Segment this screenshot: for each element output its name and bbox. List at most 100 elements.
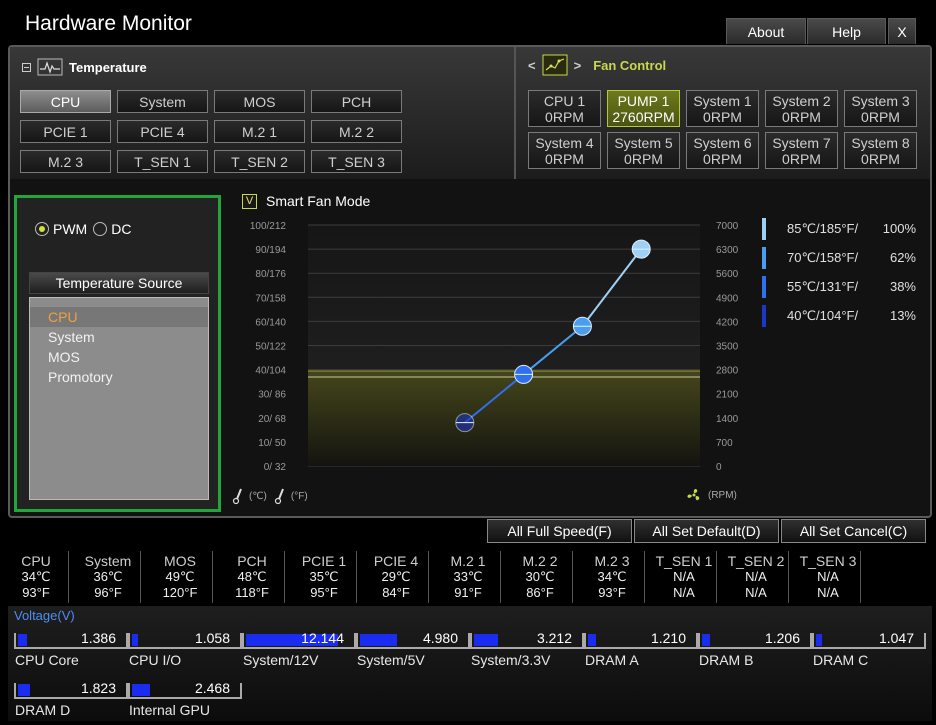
voltage-meter-fill (132, 634, 139, 646)
close-button[interactable]: X (888, 18, 916, 44)
temp-source-cpu[interactable]: CPU (20, 90, 111, 113)
thermometer-icon (232, 488, 242, 505)
about-button[interactable]: About (726, 18, 806, 44)
temp-source-pcie-1[interactable]: PCIE 1 (20, 120, 111, 143)
fan-cpu-1[interactable]: CPU 1 0RPM (528, 90, 601, 127)
temp-readout-name: M.2 3 (594, 553, 630, 569)
temp-readout-fahrenheit: 86°F (526, 585, 554, 600)
voltage-name: CPU I/O (129, 652, 182, 668)
temp-source-m-2-2[interactable]: M.2 2 (311, 120, 402, 143)
y-right-tick-label: 4900 (716, 293, 739, 304)
all-full-speed-button[interactable]: All Full Speed(F) (487, 519, 632, 543)
pwm-label: PWM (53, 221, 88, 237)
voltage-meter-cpu-i-o: 1.058 (128, 630, 242, 649)
temperature-source-list: CPU System MOS Promotory (29, 297, 209, 500)
fan-system-4[interactable]: System 4 0RPM (528, 132, 601, 169)
fan-name: System 3 (851, 92, 910, 109)
y-right-tick-label: 5600 (716, 269, 739, 280)
temp-source-pcie-4[interactable]: PCIE 4 (117, 120, 208, 143)
y-right-tick-label: 6300 (716, 245, 739, 256)
temp-readout-celsius: N/A (673, 569, 695, 584)
fan-next-button[interactable]: > (574, 58, 582, 73)
temp-readout-fahrenheit: N/A (673, 585, 695, 600)
y-right-tick-label: 0 (716, 462, 722, 473)
temp-readout-celsius: N/A (817, 569, 839, 584)
fan-rpm: 0RPM (861, 108, 900, 125)
all-set-default-button[interactable]: All Set Default(D) (634, 519, 779, 543)
fan-name: System 7 (772, 134, 831, 151)
temp-source-t-sen-1[interactable]: T_SEN 1 (117, 150, 208, 173)
help-button[interactable]: Help (807, 18, 886, 44)
temp-readout-name: PCIE 1 (301, 553, 347, 569)
fan-system-3[interactable]: System 3 0RPM (844, 90, 917, 127)
temperature-title: Temperature (69, 59, 147, 75)
fan-name: System 5 (614, 134, 673, 151)
voltage-name: CPU Core (15, 652, 79, 668)
temp-readout-name: M.2 1 (450, 553, 486, 569)
collapse-icon[interactable] (22, 62, 31, 72)
temp-source-mos[interactable]: MOS (214, 90, 305, 113)
y-right-tick-label: 3500 (716, 342, 739, 353)
temp-readout-celsius: N/A (745, 569, 767, 584)
temp-readout-name: T_SEN 1 (655, 553, 713, 569)
source-item-promotory[interactable]: Promotory (30, 367, 208, 387)
voltage-value: 1.823 (80, 680, 116, 696)
temp-source-t-sen-3[interactable]: T_SEN 3 (311, 150, 402, 173)
temp-readout-m-2-3: M.2 3 34℃ 93°F (576, 553, 648, 601)
temp-separator (572, 551, 573, 603)
legend-percent: 100% (882, 221, 916, 236)
source-item-cpu[interactable]: CPU (30, 307, 208, 327)
voltage-name: System/3.3V (471, 652, 551, 668)
temp-separator (284, 551, 285, 603)
fan-control-title: Fan Control (593, 57, 667, 73)
voltage-meter-fill (132, 684, 151, 696)
temp-readout-celsius: 34℃ (21, 569, 51, 584)
dc-radio[interactable] (93, 222, 108, 236)
source-item-system[interactable]: System (30, 327, 208, 347)
y-left-tick-label: 60/140 (255, 317, 286, 328)
smart-fan-checkbox[interactable]: V (242, 193, 257, 209)
temp-source-system[interactable]: System (117, 90, 208, 113)
source-item-mos[interactable]: MOS (30, 347, 208, 367)
temp-readout-fahrenheit: 96°F (94, 585, 122, 600)
rpm-unit-row: (RPM) (686, 487, 737, 503)
pwm-radio[interactable] (35, 222, 49, 236)
temp-readout-cpu: CPU 34℃ 93°F (0, 553, 72, 601)
temp-separator (644, 551, 645, 603)
temp-readout-fahrenheit: 118°F (235, 585, 269, 600)
fan-system-1[interactable]: System 1 0RPM (686, 90, 759, 127)
y-right-tick-label: 700 (716, 438, 733, 449)
temp-source-t-sen-2[interactable]: T_SEN 2 (214, 150, 305, 173)
temp-readout-m-2-2: M.2 2 30℃ 86°F (504, 553, 576, 601)
temp-source-m-2-3[interactable]: M.2 3 (20, 150, 111, 173)
temp-readout-name: T_SEN 3 (799, 553, 857, 569)
mode-selector: PWM DC (35, 221, 131, 237)
voltage-value: 1.210 (650, 630, 686, 646)
temp-separator (212, 551, 213, 603)
temp-source-m-2-1[interactable]: M.2 1 (214, 120, 305, 143)
legend-swatch (762, 247, 766, 269)
all-set-cancel-button[interactable]: All Set Cancel(C) (781, 519, 926, 543)
voltage-meter-fill (702, 634, 710, 646)
temp-readout-pcie-4: PCIE 4 29℃ 84°F (360, 553, 432, 601)
fan-system-2[interactable]: System 2 0RPM (765, 90, 838, 127)
panel-divider (514, 47, 516, 179)
fan-system-7[interactable]: System 7 0RPM (765, 132, 838, 169)
temp-separator (68, 551, 69, 603)
celsius-unit: (℃) (249, 490, 267, 502)
temp-readout-m-2-1: M.2 1 33℃ 91°F (432, 553, 504, 601)
temp-readout-celsius: 49℃ (165, 569, 195, 584)
temperature-header: Temperature (22, 58, 147, 76)
fan-curve-chart[interactable]: 100/212 700090/194 630080/176 560070/158 490… (230, 215, 750, 485)
fan-system-8[interactable]: System 8 0RPM (844, 132, 917, 169)
fan-prev-button[interactable]: < (528, 58, 536, 73)
legend-percent: 62% (889, 250, 916, 265)
fan-system-6[interactable]: System 6 0RPM (686, 132, 759, 169)
y-left-tick-label: 90/194 (255, 245, 286, 256)
y-right-tick-label: 2100 (716, 390, 739, 401)
fan-system-5[interactable]: System 5 0RPM (607, 132, 680, 169)
temp-source-pch[interactable]: PCH (311, 90, 402, 113)
y-left-tick-label: 50/122 (255, 342, 286, 353)
temp-separator (356, 551, 357, 603)
fan-pump-1[interactable]: PUMP 1 2760RPM (607, 90, 680, 127)
